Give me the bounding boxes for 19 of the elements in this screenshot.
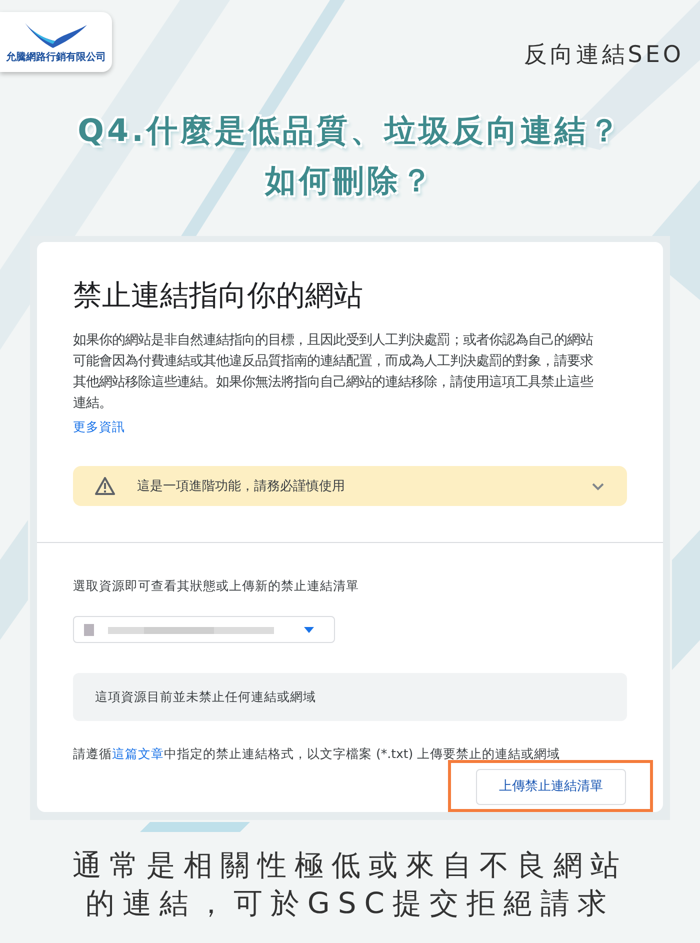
chevron-icon xyxy=(591,480,605,492)
article-link[interactable]: 這篇文章 xyxy=(112,746,164,762)
headline: 如何刪除？ xyxy=(264,162,436,200)
headline: Q4.什麼是低品質、垃圾反向連結？ xyxy=(76,112,624,150)
dialog-title: 禁止連結指向你的網站 xyxy=(72,276,364,312)
status-message: 這項資源目前並未禁止任何連結或網域 xyxy=(95,688,316,706)
company-name: 允騰網路行銷有限公司 xyxy=(6,53,106,63)
caption-text: 通常是相關性極低或來自不良網站的連結，可於GSC提交拒絕請求 xyxy=(72,846,628,922)
warning-icon xyxy=(95,477,115,496)
upload-list-button[interactable]: 上傳禁止連結清單 xyxy=(476,769,626,804)
more-info-link[interactable]: 更多資訊 xyxy=(73,419,125,434)
warning-banner[interactable]: 這是一項進階功能，請務必謹慎使用 xyxy=(73,466,627,506)
warning-text: 這是一項進階功能，請務必謹慎使用 xyxy=(137,478,346,496)
dropdown-arrow-icon xyxy=(304,626,314,633)
instructions-text: 請遵循這篇文章中指定的禁止連結格式，以文字檔案 (*.txt) 上傳要禁止的連結或網域 xyxy=(72,745,562,764)
description-text: 如果你的網站是非自然連結指向的目標，且因此受到人工判決處罰；或者你認為自己的網站可能會因為付費連結或其他違反品質指南的連結配置，而成為人工判決處罰的對象，請要求其他網站移除這些連結。如果你無法將指向自己網站的連結移除，請使用這項工具禁止這些連結。 xyxy=(72,332,594,414)
property-select[interactable] xyxy=(73,616,335,644)
property-label: 選取資源即可查看其狀態或上傳新的禁止連結清單 xyxy=(72,577,360,596)
topic-tag: 反向連結SEO xyxy=(524,38,684,72)
